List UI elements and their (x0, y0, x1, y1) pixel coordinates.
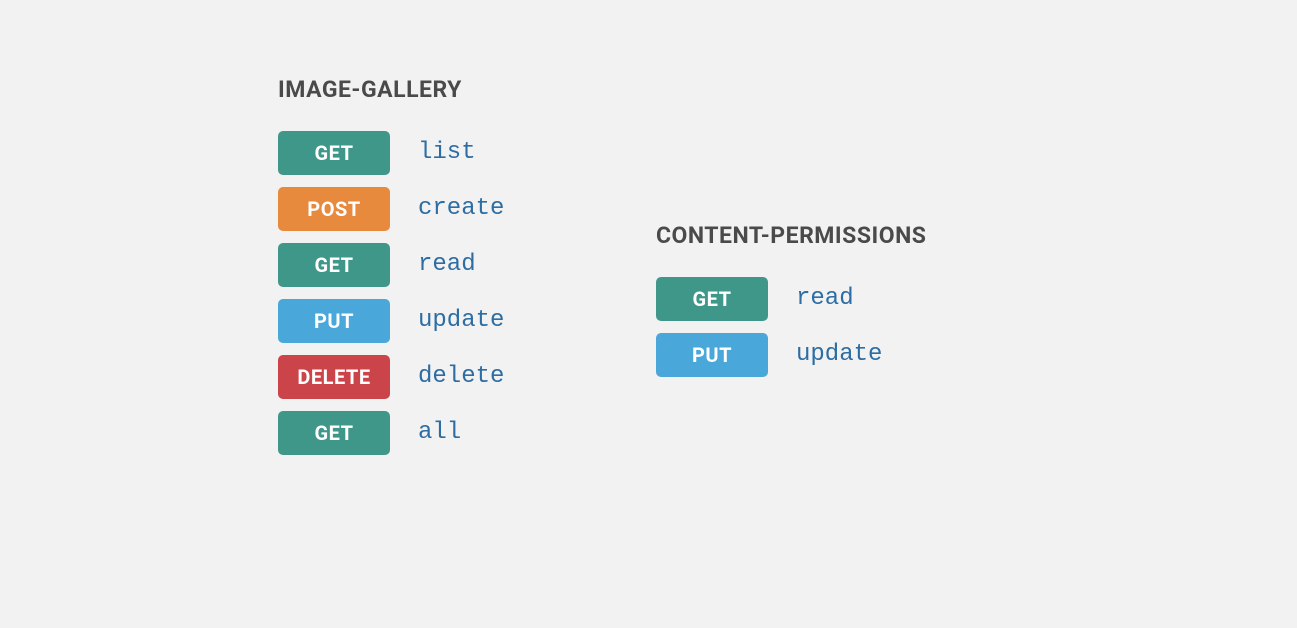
endpoint-operation: update (418, 309, 504, 333)
endpoint-row[interactable]: POST create (278, 187, 504, 231)
endpoint-operation: update (796, 343, 882, 367)
endpoint-row[interactable]: GET read (278, 243, 504, 287)
endpoint-row[interactable]: PUT update (278, 299, 504, 343)
endpoint-operation: read (796, 287, 854, 311)
method-badge-get: GET (278, 131, 390, 175)
group-title: CONTENT-PERMISSIONS (656, 222, 926, 249)
endpoint-group-content-permissions: CONTENT-PERMISSIONS GET read PUT update (656, 222, 926, 389)
endpoint-row[interactable]: GET all (278, 411, 504, 455)
method-badge-put: PUT (656, 333, 768, 377)
endpoint-row[interactable]: GET read (656, 277, 926, 321)
endpoint-row[interactable]: DELETE delete (278, 355, 504, 399)
method-badge-post: POST (278, 187, 390, 231)
endpoint-row[interactable]: PUT update (656, 333, 926, 377)
endpoint-operation: delete (418, 365, 504, 389)
method-badge-get: GET (656, 277, 768, 321)
api-endpoints-panel: IMAGE-GALLERY GET list POST create GET r… (0, 0, 1297, 628)
group-title: IMAGE-GALLERY (278, 76, 504, 103)
endpoint-row[interactable]: GET list (278, 131, 504, 175)
method-badge-put: PUT (278, 299, 390, 343)
method-badge-get: GET (278, 243, 390, 287)
endpoint-operation: all (418, 421, 461, 445)
endpoint-operation: read (418, 253, 476, 277)
method-badge-get: GET (278, 411, 390, 455)
endpoint-operation: create (418, 197, 504, 221)
endpoint-group-image-gallery: IMAGE-GALLERY GET list POST create GET r… (278, 76, 504, 467)
method-badge-delete: DELETE (278, 355, 390, 399)
endpoint-operation: list (418, 141, 476, 165)
